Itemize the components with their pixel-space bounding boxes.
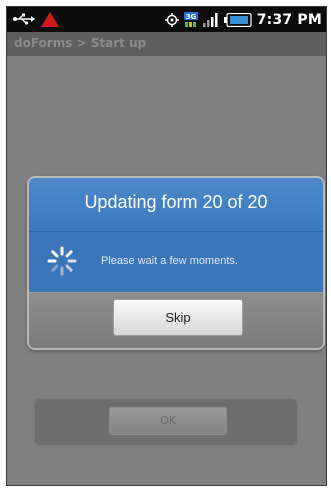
dialog-title-area: Updating form 20 of 20: [29, 178, 323, 232]
usb-icon: [13, 13, 35, 25]
signal-icon: [202, 12, 219, 27]
dialog-button-bar: Skip: [29, 292, 323, 348]
background-button-bar: OK: [34, 398, 298, 446]
dialog-title: Updating form 20 of 20: [84, 192, 268, 212]
network-type-label: 3G: [185, 13, 196, 21]
status-left-icons: [13, 11, 59, 27]
battery-icon: [223, 12, 252, 27]
phone-screen: 3G 7:37 PM doForms > Start up OK Updatin…: [6, 6, 327, 486]
loading-spinner-icon: [45, 244, 79, 278]
gps-icon: [164, 12, 179, 27]
dialog-body: Please wait a few moments.: [29, 232, 323, 292]
status-bar: 3G 7:37 PM: [7, 7, 326, 32]
skip-button[interactable]: Skip: [113, 299, 243, 336]
status-clock: 7:37 PM: [256, 11, 322, 28]
progress-dialog: Updating form 20 of 20 Please wait a few…: [29, 178, 323, 348]
app-title-bar: doForms > Start up: [7, 32, 326, 56]
dialog-message: Please wait a few moments.: [101, 255, 238, 267]
app-title: doForms > Start up: [14, 36, 147, 50]
warning-icon: [41, 11, 59, 27]
network-3g-icon: 3G: [183, 11, 198, 28]
status-right-icons: 3G 7:37 PM: [164, 10, 322, 29]
background-ok-button: OK: [109, 407, 227, 435]
